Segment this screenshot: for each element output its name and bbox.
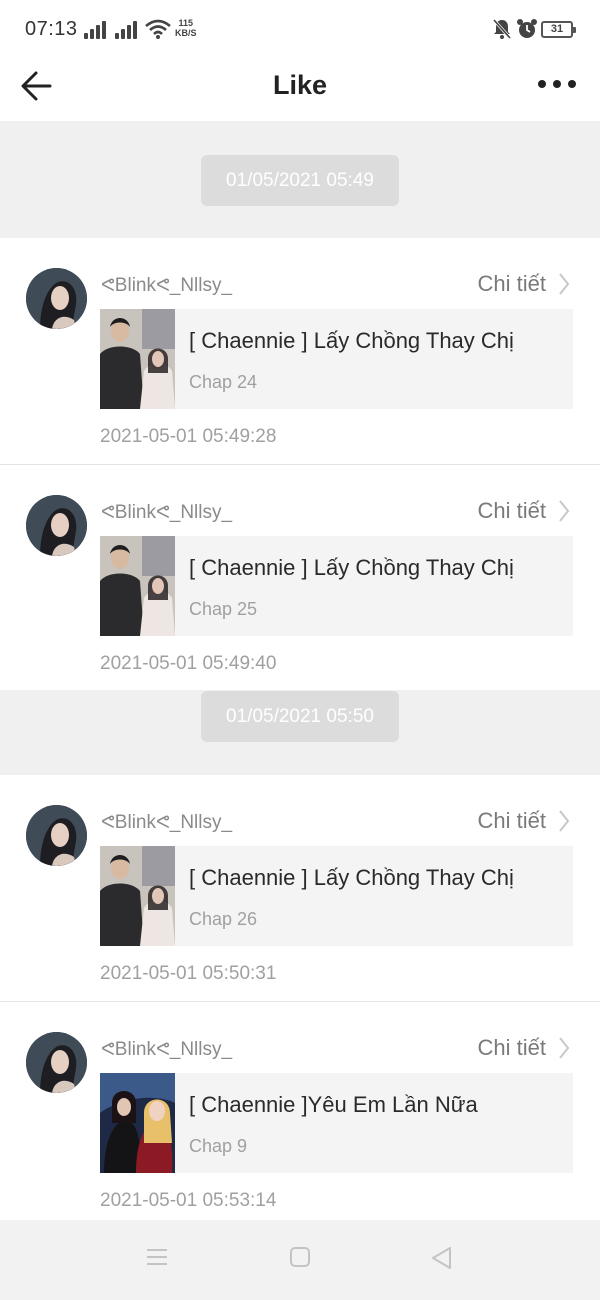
detail-label: Chi tiết — [477, 808, 546, 833]
menu-icon[interactable] — [146, 1246, 168, 1268]
timestamp: 2021-05-01 05:49:40 — [100, 653, 277, 674]
list-item[interactable]: ᕙBlinkᕙ_Nllsy_ Chi tiết — [0, 238, 600, 464]
system-nav-bar — [0, 1220, 600, 1300]
story-cover-image — [100, 1073, 175, 1173]
chevron-right-icon — [559, 500, 570, 522]
story-cover-image — [100, 309, 175, 409]
story-chapter: Chap 24 — [189, 372, 258, 392]
story-card[interactable]: [ Chaennie ] Lấy Chồng Thay Chị Chap 24 — [100, 309, 573, 409]
net-speed-unit: KB/S — [175, 28, 197, 38]
detail-label: Chi tiết — [477, 498, 546, 523]
date-pill: 01/05/2021 05:49 — [201, 155, 399, 206]
detail-link[interactable]: Chi tiết — [478, 271, 570, 297]
chevron-right-icon — [559, 1037, 570, 1059]
avatar[interactable] — [26, 495, 87, 556]
timestamp: 2021-05-01 05:53:14 — [100, 1190, 277, 1211]
avatar[interactable] — [26, 805, 87, 866]
status-time: 07:13 — [25, 18, 78, 40]
story-cover-image — [100, 846, 175, 946]
story-title: [ Chaennie ] Lấy Chồng Thay Chị — [189, 328, 514, 353]
story-chapter: Chap 25 — [189, 599, 258, 619]
list-item[interactable]: ᕙBlinkᕙ_Nllsy_ Chi tiết [ Chaennie] Lấy… — [0, 775, 600, 1001]
date-separator: 01/05/2021 05:50 — [0, 690, 600, 775]
story-chapter: Chap 9 — [189, 1136, 248, 1156]
chevron-right-icon — [559, 810, 570, 832]
back-triangle-icon[interactable] — [430, 1246, 454, 1270]
signal-icon — [115, 21, 141, 39]
detail-link[interactable]: Chi tiết — [478, 1035, 570, 1061]
user-name[interactable]: ᕙBlinkᕙ_Nllsy_ — [101, 274, 232, 297]
timestamp: 2021-05-01 05:49:28 — [100, 426, 277, 447]
signal-icon — [84, 21, 110, 39]
list-item[interactable]: ᕙBlinkᕙ_Nllsy_ Chi tiết [ Chaennie] Lấy… — [0, 464, 600, 690]
user-name[interactable]: ᕙBlinkᕙ_Nllsy_ — [101, 811, 232, 834]
like-list[interactable]: 01/05/2021 05:49 ᕙBlinkᕙ_Nllsy_ Chi tiết — [0, 121, 600, 1227]
net-speed: 115 KB/S — [175, 18, 197, 38]
list-item[interactable]: ᕙBlinkᕙ_Nllsy_ Chi tiết — [0, 1001, 600, 1227]
app-header: Like — [0, 58, 600, 121]
detail-label: Chi tiết — [477, 271, 546, 296]
story-title: [ Chaennie ]Yêu Em Lần Nữa — [189, 1092, 478, 1117]
story-cover-image — [100, 536, 175, 636]
story-title: [ Chaennie ] Lấy Chồng Thay Chị — [189, 865, 514, 890]
avatar[interactable] — [26, 268, 87, 329]
story-title: [ Chaennie ] Lấy Chồng Thay Chị — [189, 555, 514, 580]
date-pill: 01/05/2021 05:50 — [201, 691, 399, 742]
timestamp: 2021-05-01 05:50:31 — [100, 963, 277, 984]
user-name[interactable]: ᕙBlinkᕙ_Nllsy_ — [101, 1038, 232, 1061]
home-square-icon[interactable] — [289, 1246, 311, 1268]
mute-notification-icon — [492, 19, 512, 39]
story-chapter: Chap 26 — [189, 909, 258, 929]
date-separator: 01/05/2021 05:49 — [0, 121, 600, 238]
avatar[interactable] — [26, 1032, 87, 1093]
detail-link[interactable]: Chi tiết — [478, 498, 570, 524]
user-name[interactable]: ᕙBlinkᕙ_Nllsy_ — [101, 501, 232, 524]
more-dots-icon[interactable] — [538, 68, 582, 98]
status-bar: 07:13 115 KB/S 31 — [0, 0, 600, 58]
story-card[interactable]: [ Chaennie ] Lấy Chồng Thay Chị Chap 26 — [100, 846, 573, 946]
page-title: Like — [272, 70, 328, 100]
story-card[interactable]: [ Chaennie ] Lấy Chồng Thay Chị Chap 25 — [100, 536, 573, 636]
detail-link[interactable]: Chi tiết — [478, 808, 570, 834]
chevron-right-icon — [559, 273, 570, 295]
story-card[interactable]: [ Chaennie ]Yêu Em Lần Nữa Chap 9 — [100, 1073, 573, 1173]
net-speed-value: 115 — [178, 18, 194, 28]
battery-icon: 31 — [541, 21, 576, 38]
detail-label: Chi tiết — [477, 1035, 546, 1060]
wifi-icon — [145, 19, 171, 39]
alarm-icon — [517, 19, 537, 38]
